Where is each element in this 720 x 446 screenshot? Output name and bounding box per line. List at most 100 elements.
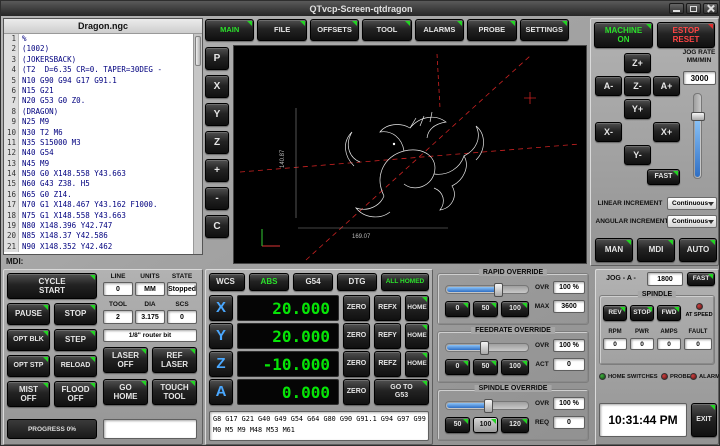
mdi-entry-field[interactable] — [103, 419, 197, 439]
rapid-override-slider[interactable] — [445, 285, 529, 294]
go-home-button[interactable]: GO HOME — [103, 379, 148, 405]
machine-on-button[interactable]: MACHINE ON — [594, 22, 653, 48]
touch-tool-button[interactable]: TOUCH TOOL — [152, 379, 197, 405]
gcode-preview[interactable]: 169.07 140.87 — [233, 45, 587, 264]
jog-rate-slider-handle[interactable] — [691, 112, 705, 121]
jog-x-minus-button[interactable]: X- — [595, 122, 622, 142]
axis-a-button[interactable]: A — [209, 379, 233, 405]
spindle-stop-button[interactable]: STOP — [630, 305, 654, 321]
abs-button[interactable]: ABS — [249, 273, 289, 291]
jog-x-plus-button[interactable]: X+ — [653, 122, 680, 142]
feed-0-button[interactable]: 0 — [445, 359, 470, 375]
jog-z-plus-button[interactable]: Z+ — [624, 53, 651, 73]
tab[interactable]: SETTINGS — [520, 19, 569, 41]
zero-a-button[interactable]: ZERO — [343, 379, 370, 405]
spindle-fwd-button[interactable]: FWD — [657, 305, 681, 321]
view-button[interactable]: Y — [205, 103, 229, 126]
view-button[interactable]: - — [205, 187, 229, 210]
axis-y-button[interactable]: Y — [209, 323, 233, 349]
close-button[interactable] — [703, 3, 718, 14]
ref-x-button[interactable]: REFX — [374, 295, 401, 321]
gcode-line-text: N45 M9 — [19, 159, 49, 169]
mode-man-button[interactable]: MAN — [595, 238, 633, 262]
slider-handle[interactable] — [494, 283, 503, 297]
exit-button[interactable]: EXIT — [691, 403, 717, 437]
tab[interactable]: FILE — [257, 19, 306, 41]
zero-y-button[interactable]: ZERO — [343, 323, 370, 349]
tab[interactable]: MAIN — [205, 19, 254, 41]
minimize-button[interactable] — [669, 3, 684, 14]
mist-button[interactable]: MIST OFF — [7, 381, 50, 407]
jog-z-minus-button[interactable]: Z- — [624, 76, 651, 96]
rapid-50-button[interactable]: 50 — [473, 301, 498, 317]
spindle-50-button[interactable]: 50 — [445, 417, 470, 433]
jog-y-plus-button[interactable]: Y+ — [624, 99, 651, 119]
alarm-led — [690, 373, 697, 380]
gcode-scrollbar-thumb[interactable] — [195, 36, 201, 66]
home-x-button[interactable]: HOME — [405, 295, 429, 321]
view-button[interactable]: P — [205, 47, 229, 70]
step-button[interactable]: STEP — [54, 329, 97, 351]
dtg-button[interactable]: DTG — [337, 273, 377, 291]
maximize-button[interactable] — [686, 3, 701, 14]
view-button[interactable]: + — [205, 159, 229, 182]
spindle-override-slider[interactable] — [445, 401, 529, 410]
zero-z-button[interactable]: ZERO — [343, 351, 370, 377]
estop-reset-button[interactable]: ESTOP RESET — [657, 22, 715, 48]
optional-stop-button[interactable]: OPT STP — [7, 355, 50, 377]
axis-x-button[interactable]: X — [209, 295, 233, 321]
ref-y-button[interactable]: REFY — [374, 323, 401, 349]
ref-z-button[interactable]: REFZ — [374, 351, 401, 377]
pause-button[interactable]: PAUSE — [7, 303, 50, 325]
slider-handle[interactable] — [484, 399, 493, 413]
mode-auto-button[interactable]: AUTO — [679, 238, 717, 262]
angular-increment-select[interactable]: Continuous — [667, 215, 717, 228]
spindle-120-button[interactable]: 120 — [501, 417, 529, 433]
gcode-editor[interactable]: 1 % 2 (1002) 3 (JOKERSBACK) 4 (T2 D=6.35… — [4, 34, 193, 254]
stop-button[interactable]: STOP — [54, 303, 97, 325]
minimize-icon — [673, 10, 680, 12]
slider-handle[interactable] — [480, 341, 489, 355]
jog-rate-slider[interactable] — [693, 93, 702, 179]
feed-50-button[interactable]: 50 — [473, 359, 498, 375]
spindle-100-button[interactable]: 100 — [473, 417, 498, 433]
jog-fast-button[interactable]: FAST — [647, 169, 680, 185]
jog-a-plus-button[interactable]: A+ — [653, 76, 680, 96]
feed-override-slider[interactable] — [445, 343, 529, 352]
laser-button[interactable]: LASER OFF — [103, 347, 148, 373]
titlebar[interactable]: QTvcp-Screen-qtdragon — [1, 1, 720, 16]
tab[interactable]: PROBE — [467, 19, 516, 41]
gcode-line-text: N10 G90 G94 G17 G91.1 — [19, 76, 117, 86]
optional-block-button[interactable]: OPT BLK — [7, 329, 50, 351]
ref-laser-button[interactable]: REF LASER — [152, 347, 197, 373]
rapid-100-button[interactable]: 100 — [501, 301, 529, 317]
go-to-g53-button[interactable]: GO TO G53 — [374, 379, 429, 405]
view-button[interactable]: Z — [205, 131, 229, 154]
tool-description: 1/8" router bit — [103, 329, 197, 342]
cycle-start-button[interactable]: CYCLE START — [7, 273, 97, 299]
feed-100-button[interactable]: 100 — [501, 359, 529, 375]
home-y-button[interactable]: HOME — [405, 323, 429, 349]
wcs-dropdown[interactable]: WCS — [209, 273, 245, 291]
spindle-rev-button[interactable]: REV — [603, 305, 627, 321]
jog-a-rate-value[interactable]: 1800 — [647, 272, 683, 286]
linear-increment-select[interactable]: Continuous — [667, 197, 717, 210]
view-button[interactable]: X — [205, 75, 229, 98]
jog-a-fast-button[interactable]: FAST — [687, 272, 715, 286]
reload-button[interactable]: RELOAD — [54, 355, 97, 377]
g54-button[interactable]: G54 — [293, 273, 333, 291]
tab[interactable]: TOOL — [362, 19, 411, 41]
view-button[interactable]: C — [205, 215, 229, 238]
tab[interactable]: ALARMS — [415, 19, 464, 41]
gcode-scrollbar[interactable] — [193, 34, 202, 254]
zero-x-button[interactable]: ZERO — [343, 295, 370, 321]
jog-a-minus-button[interactable]: A- — [595, 76, 622, 96]
flood-button[interactable]: FLOOD OFF — [54, 381, 97, 407]
jog-y-minus-button[interactable]: Y- — [624, 145, 651, 165]
tab[interactable]: OFFSETS — [310, 19, 359, 41]
home-z-button[interactable]: HOME — [405, 351, 429, 377]
rapid-0-button[interactable]: 0 — [445, 301, 470, 317]
mode-mdi-button[interactable]: MDI — [637, 238, 675, 262]
axis-z-button[interactable]: Z — [209, 351, 233, 377]
jog-rate-value[interactable]: 3000 — [683, 71, 716, 85]
